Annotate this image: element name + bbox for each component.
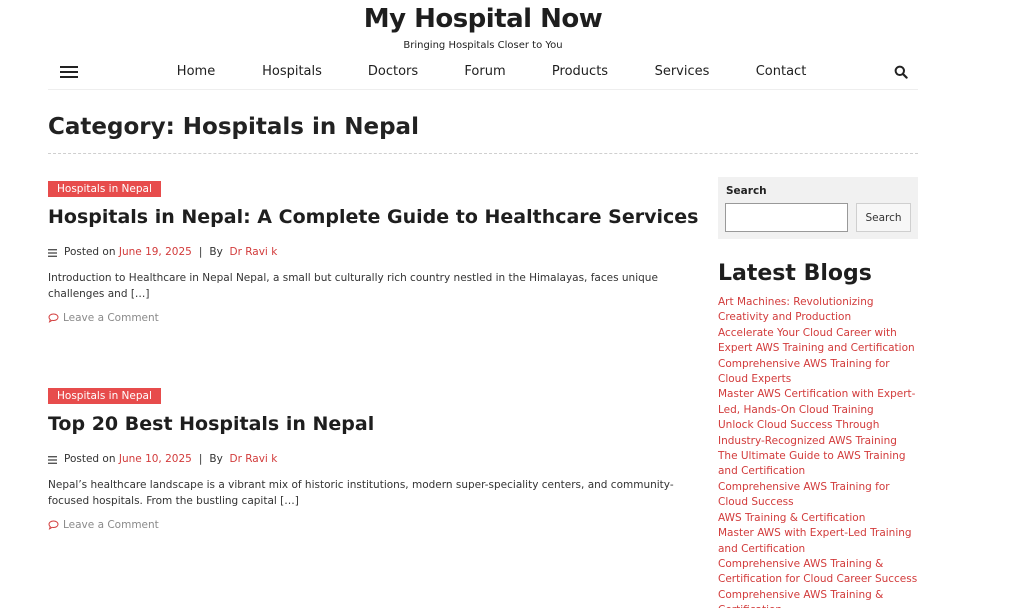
post-meta: Posted on June 19, 2025 | By Dr Ravi k xyxy=(48,246,688,258)
main-navigation: Home Hospitals Doctors Forum Products Se… xyxy=(48,58,918,90)
post-author[interactable]: Dr Ravi k xyxy=(229,246,277,258)
site-tagline: Bringing Hospitals Closer to You xyxy=(403,40,563,51)
posted-on-label: Posted on xyxy=(64,453,116,465)
search-label: Search xyxy=(726,185,767,197)
nav-item-doctors[interactable]: Doctors xyxy=(368,64,418,79)
nav-item-home[interactable]: Home xyxy=(177,64,215,79)
blog-link[interactable]: Accelerate Your Cloud Career with Expert… xyxy=(718,326,918,357)
posted-on-label: Posted on xyxy=(64,246,116,258)
list-icon xyxy=(48,455,57,464)
search-button[interactable]: Search xyxy=(856,203,911,232)
meta-separator: | xyxy=(198,246,203,258)
blog-link[interactable]: Art Machines: Revolutionizing Creativity… xyxy=(718,295,918,326)
hamburger-menu-icon[interactable] xyxy=(60,66,78,78)
post-card: Hospitals in Nepal Top 20 Best Hospitals… xyxy=(48,384,688,531)
nav-item-services[interactable]: Services xyxy=(655,64,710,79)
leave-comment-link[interactable]: Leave a Comment xyxy=(48,519,688,531)
search-widget: Search Search xyxy=(718,177,918,239)
blog-link[interactable]: Unlock Cloud Success Through Industry-Re… xyxy=(718,418,918,449)
search-icon[interactable] xyxy=(894,64,908,79)
nav-item-products[interactable]: Products xyxy=(552,64,608,79)
post-title[interactable]: Hospitals in Nepal: A Complete Guide to … xyxy=(48,206,698,228)
meta-separator: | xyxy=(198,453,203,465)
blog-link[interactable]: Comprehensive AWS Training & Certificati… xyxy=(718,557,918,588)
blog-link[interactable]: AWS Training & Certification xyxy=(718,511,918,526)
heading-divider xyxy=(48,153,918,154)
speech-bubble-icon xyxy=(48,313,59,323)
post-author[interactable]: Dr Ravi k xyxy=(229,453,277,465)
category-badge[interactable]: Hospitals in Nepal xyxy=(48,388,161,404)
page-title: Category: Hospitals in Nepal xyxy=(48,114,419,140)
blog-link[interactable]: Comprehensive AWS Training & Certificati… xyxy=(718,588,918,608)
category-badge[interactable]: Hospitals in Nepal xyxy=(48,181,161,197)
blog-link[interactable]: Master AWS with Expert-Led Training and … xyxy=(718,526,918,557)
list-icon xyxy=(48,248,57,257)
latest-blogs-list: Art Machines: Revolutionizing Creativity… xyxy=(718,295,918,608)
nav-item-hospitals[interactable]: Hospitals xyxy=(262,64,322,79)
latest-blogs-heading: Latest Blogs xyxy=(718,261,872,286)
post-meta: Posted on June 10, 2025 | By Dr Ravi k xyxy=(48,453,688,465)
leave-comment-label: Leave a Comment xyxy=(63,312,159,324)
blog-link[interactable]: Master AWS Certification with Expert-Led… xyxy=(718,387,918,418)
nav-item-contact[interactable]: Contact xyxy=(756,64,807,79)
leave-comment-label: Leave a Comment xyxy=(63,519,159,531)
post-card: Hospitals in Nepal Hospitals in Nepal: A… xyxy=(48,177,698,324)
blog-link[interactable]: The Ultimate Guide to AWS Training and C… xyxy=(718,449,918,480)
by-label: By xyxy=(209,453,223,465)
post-excerpt: Nepal’s healthcare landscape is a vibran… xyxy=(48,479,674,507)
post-date[interactable]: June 10, 2025 xyxy=(119,453,192,465)
speech-bubble-icon xyxy=(48,520,59,530)
post-excerpt: Introduction to Healthcare in Nepal Nepa… xyxy=(48,272,658,300)
blog-link[interactable]: Comprehensive AWS Training for Cloud Suc… xyxy=(718,480,918,511)
nav-item-forum[interactable]: Forum xyxy=(464,64,505,79)
leave-comment-link[interactable]: Leave a Comment xyxy=(48,312,688,324)
site-title[interactable]: My Hospital Now xyxy=(0,4,966,34)
blog-link[interactable]: Comprehensive AWS Training for Cloud Exp… xyxy=(718,357,918,388)
by-label: By xyxy=(209,246,223,258)
post-title[interactable]: Top 20 Best Hospitals in Nepal xyxy=(48,413,688,435)
post-date[interactable]: June 19, 2025 xyxy=(119,246,192,258)
search-input[interactable] xyxy=(725,203,848,232)
